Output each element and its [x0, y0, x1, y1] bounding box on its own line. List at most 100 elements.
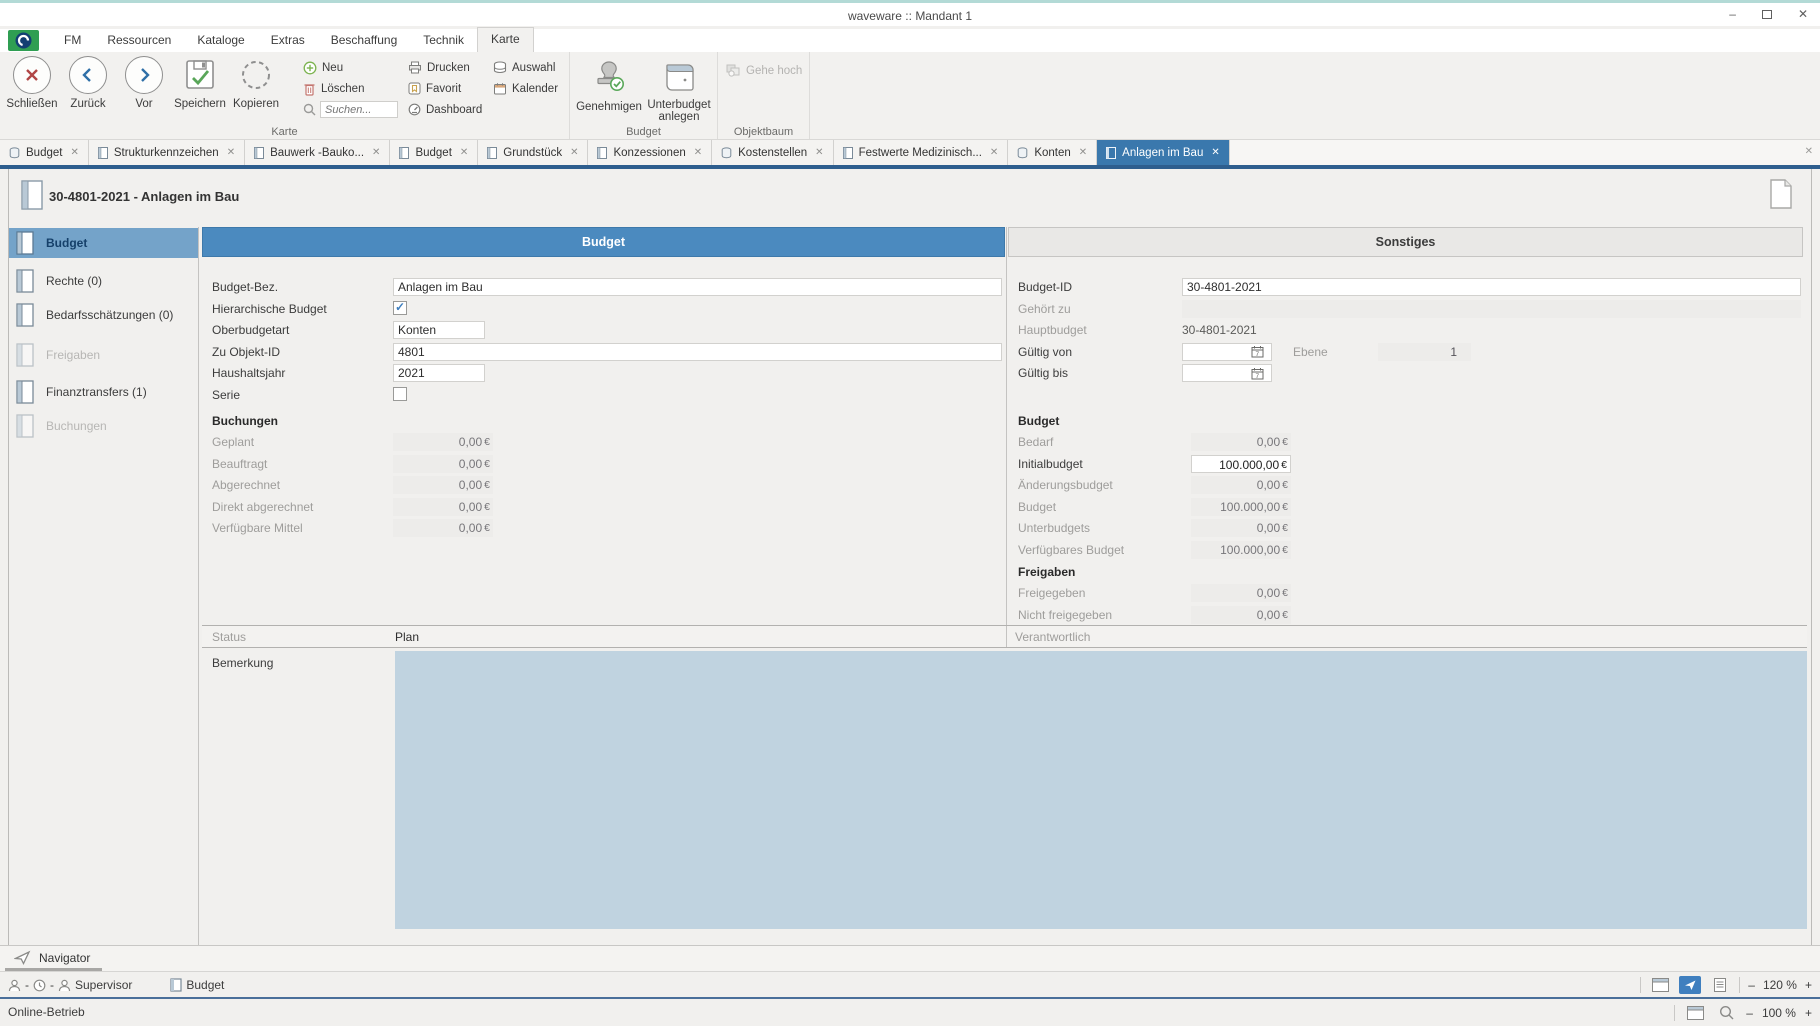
tab-budget-1[interactable]: Budget ✕: [0, 140, 89, 165]
navigator-view-button[interactable]: [1679, 976, 1701, 994]
field-verfuegbare-mittel: Verfügbare Mittel 0,00€: [202, 518, 1005, 540]
card-view-button[interactable]: [1684, 1004, 1706, 1022]
left-fields: Budget-Bez. Hierarchische Budget Oberbud…: [202, 277, 1005, 406]
menu-item-karte[interactable]: Karte: [477, 27, 534, 52]
user-icon[interactable]: [58, 979, 71, 992]
maximize-icon[interactable]: [1762, 10, 1772, 19]
forward-arrow-icon: [125, 56, 163, 94]
minimize-icon[interactable]: –: [1729, 8, 1736, 20]
card-view-button[interactable]: [1649, 976, 1671, 994]
tab-close-icon[interactable]: ✕: [570, 147, 578, 158]
tab-budget-2[interactable]: Budget ✕: [390, 140, 478, 165]
field-initialbudget: Initialbudget 100.000,00€: [1008, 454, 1803, 476]
document-view-button[interactable]: [1709, 976, 1731, 994]
status-band: Status Plan Verantwortlich: [202, 625, 1807, 648]
trash-icon: [303, 82, 316, 96]
hauptbudget-value: 30-4801-2021: [1182, 323, 1257, 337]
bemerkung-textarea[interactable]: [395, 651, 1807, 929]
sidebar-item-rechte[interactable]: Rechte (0): [9, 266, 198, 296]
tab-bauwerk[interactable]: Bauwerk -Bauko... ✕: [245, 140, 390, 165]
favorite-button[interactable]: Favorit: [408, 80, 482, 97]
zoom-out-button[interactable]: –: [1748, 978, 1755, 992]
close-card-button[interactable]: Schließen: [4, 56, 60, 110]
tab-close-icon[interactable]: ✕: [815, 147, 823, 158]
tab-close-icon[interactable]: ✕: [227, 147, 235, 158]
budget-id-input[interactable]: [1182, 278, 1801, 296]
tab-close-icon[interactable]: ✕: [990, 147, 998, 158]
zoom-in-button[interactable]: +: [1805, 978, 1812, 992]
tabstrip-close-icon[interactable]: ✕: [1805, 146, 1813, 157]
back-button[interactable]: Zurück: [60, 56, 116, 110]
field-freigegeben: Freigegeben 0,00€: [1008, 583, 1803, 605]
menu-item-fm[interactable]: FM: [51, 29, 94, 52]
tab-close-icon[interactable]: ✕: [1211, 147, 1219, 158]
forward-button[interactable]: Vor: [116, 56, 172, 110]
datepicker-calendar-icon[interactable]: 7: [1251, 345, 1264, 358]
budget-section-header: Budget: [1008, 410, 1803, 432]
tab-close-icon[interactable]: ✕: [694, 147, 702, 158]
initialbudget-input[interactable]: 100.000,00€: [1191, 455, 1291, 473]
tab-close-icon[interactable]: ✕: [70, 147, 78, 158]
tab-festwerte[interactable]: Festwerte Medizinisch... ✕: [834, 140, 1009, 165]
field-serie: Serie: [202, 385, 1005, 407]
gueltig-von-input[interactable]: [1183, 345, 1251, 359]
database-icon: [9, 147, 20, 159]
tab-close-icon[interactable]: ✕: [1079, 147, 1087, 158]
datepicker-calendar-icon[interactable]: 7: [1251, 367, 1264, 380]
navigator-tab[interactable]: Navigator: [14, 950, 90, 965]
tab-anlagen-im-bau[interactable]: Anlagen im Bau ✕: [1097, 140, 1230, 165]
create-subbudget-button[interactable]: Unterbudget anlegen: [644, 60, 714, 123]
delete-button[interactable]: Löschen: [303, 80, 398, 97]
app-logo-icon[interactable]: [8, 30, 39, 51]
selection-button[interactable]: Auswahl: [493, 59, 558, 76]
sidebar-item-bedarfsschaetzungen[interactable]: Bedarfsschätzungen (0): [9, 300, 198, 330]
card-icon: [16, 303, 34, 327]
serie-checkbox[interactable]: [393, 387, 407, 401]
menu-item-kataloge[interactable]: Kataloge: [184, 29, 257, 52]
tab-strukturkennzeichen[interactable]: Strukturkennzeichen ✕: [89, 140, 245, 165]
geplant-value: 0,00€: [393, 433, 493, 451]
tab-grundstueck[interactable]: Grundstück ✕: [478, 140, 588, 165]
menu-item-beschaffung[interactable]: Beschaffung: [318, 29, 411, 52]
navigator-bar: Navigator: [0, 945, 1820, 971]
copy-button[interactable]: Kopieren: [228, 56, 284, 110]
approve-button[interactable]: Genehmigen: [576, 60, 642, 113]
tab-konten[interactable]: Konten ✕: [1008, 140, 1097, 165]
new-document-icon[interactable]: [1769, 179, 1793, 209]
tab-kostenstellen[interactable]: Kostenstellen ✕: [712, 140, 833, 165]
sidebar-item-freigaben: Freigaben: [9, 340, 198, 370]
budget-bez-input[interactable]: [393, 278, 1002, 296]
status-value[interactable]: Plan: [395, 630, 419, 644]
save-button[interactable]: Speichern: [172, 56, 228, 110]
page-title: 30-4801-2021 - Anlagen im Bau: [49, 189, 239, 204]
magnifier-icon[interactable]: [1715, 1004, 1737, 1022]
tab-konzessionen[interactable]: Konzessionen ✕: [588, 140, 712, 165]
app-statusbar: Online-Betrieb – 100 % +: [0, 997, 1820, 1024]
beauftragt-value: 0,00€: [393, 455, 493, 473]
app-zoom-out-button[interactable]: –: [1746, 1006, 1753, 1020]
field-beauftragt: Beauftragt 0,00€: [202, 454, 1005, 476]
menu-item-technik[interactable]: Technik: [410, 29, 477, 52]
user-icon[interactable]: [8, 979, 21, 992]
gueltig-bis-input[interactable]: [1183, 366, 1251, 380]
sidebar-item-finanztransfers[interactable]: Finanztransfers (1): [9, 377, 198, 407]
ribbon-group-label-karte: Karte: [0, 126, 569, 138]
zu-objekt-id-input[interactable]: [393, 343, 1002, 361]
print-button[interactable]: Drucken: [408, 59, 482, 76]
tab-close-icon[interactable]: ✕: [460, 147, 468, 158]
oberbudgetart-input[interactable]: [393, 321, 485, 339]
printer-icon: [408, 61, 422, 74]
new-button[interactable]: Neu: [303, 59, 398, 76]
clock-icon[interactable]: [33, 979, 46, 992]
hierarchische-budget-checkbox[interactable]: [393, 301, 407, 315]
sidebar-item-budget[interactable]: Budget: [9, 228, 198, 258]
search-input[interactable]: [320, 101, 398, 118]
calendar-button[interactable]: Kalender: [493, 80, 558, 97]
menu-item-ressourcen[interactable]: Ressourcen: [94, 29, 184, 52]
app-zoom-in-button[interactable]: +: [1805, 1006, 1812, 1020]
menu-item-extras[interactable]: Extras: [258, 29, 318, 52]
haushaltsjahr-input[interactable]: [393, 364, 485, 382]
tab-close-icon[interactable]: ✕: [372, 147, 380, 158]
close-icon[interactable]: ✕: [1798, 8, 1808, 20]
dashboard-button[interactable]: Dashboard: [408, 101, 482, 118]
